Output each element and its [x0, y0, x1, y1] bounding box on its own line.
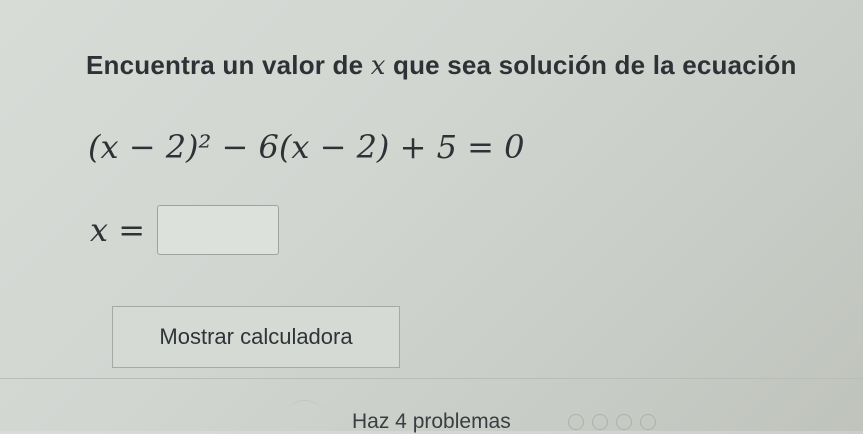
equation: (x − 2)² − 6(x − 2) + 5 = 0	[88, 128, 525, 166]
progress-dots	[568, 414, 656, 430]
question-text-before: Encuentra un valor de	[86, 50, 371, 80]
question-text: Encuentra un valor de x que sea solución…	[86, 50, 797, 81]
decorative-arc-icon	[288, 400, 322, 423]
problems-remaining-text: Haz 4 problemas	[352, 410, 511, 433]
question-text-after: que sea solución de la ecuación	[385, 50, 797, 80]
show-calculator-button[interactable]: Mostrar calculadora	[112, 306, 400, 368]
answer-label: x =	[90, 211, 146, 249]
answer-row: x =	[90, 202, 280, 258]
footer-divider	[0, 378, 863, 379]
progress-dot-icon	[592, 414, 608, 430]
progress-dot-icon	[568, 414, 584, 430]
question-variable: x	[370, 51, 386, 81]
progress-dot-icon	[640, 414, 656, 430]
progress-dot-icon	[616, 414, 632, 430]
answer-input[interactable]	[157, 205, 280, 255]
